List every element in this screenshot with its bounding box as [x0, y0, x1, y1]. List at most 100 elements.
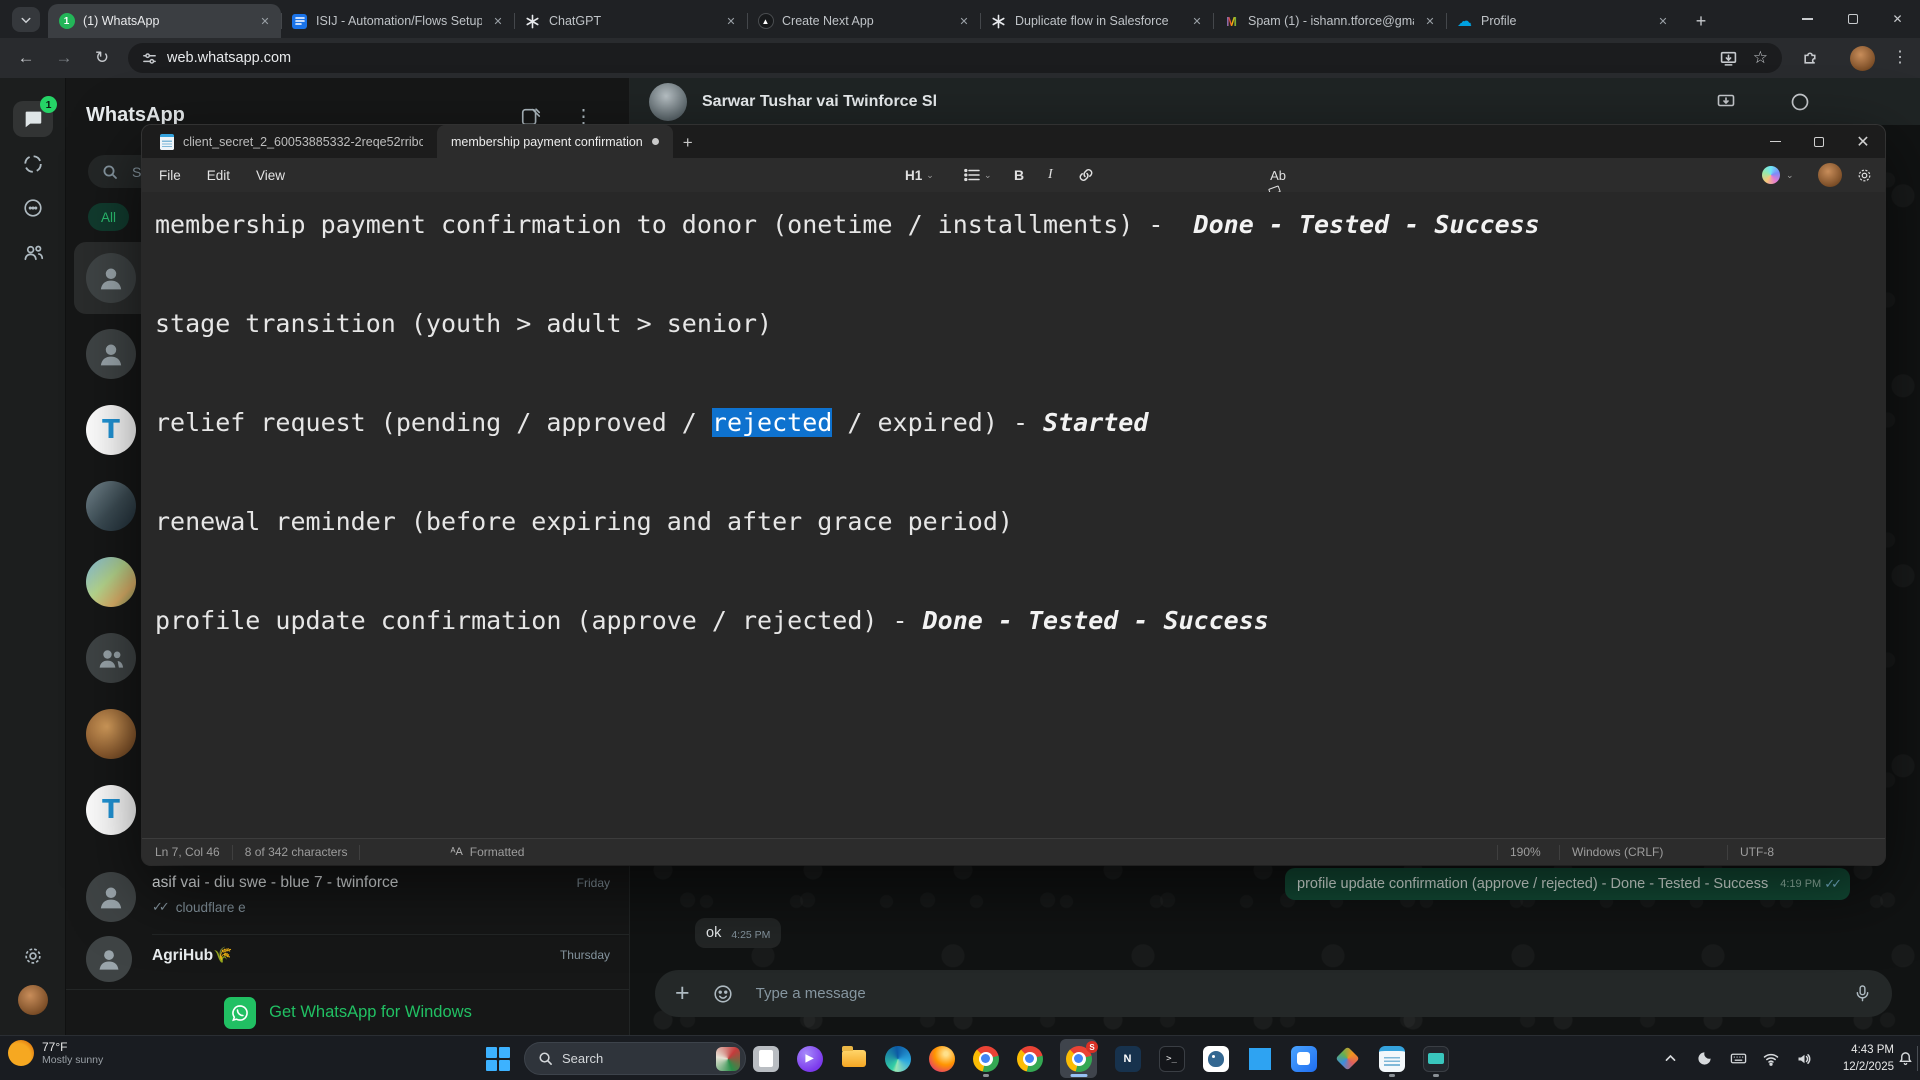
list-style-dropdown[interactable]: ⌄: [964, 158, 992, 192]
tab-search-button[interactable]: [12, 7, 40, 32]
chat-row-asif[interactable]: asif vai - diu swe - blue 7 - twinforce …: [66, 866, 630, 934]
profile-avatar[interactable]: [18, 985, 48, 1015]
browser-minimize-button[interactable]: [1785, 0, 1830, 38]
forward-button[interactable]: →: [52, 46, 76, 70]
address-bar[interactable]: web.whatsapp.com ☆: [128, 43, 1782, 73]
browser-close-button[interactable]: ✕: [1875, 0, 1920, 38]
notepad-new-tab-button[interactable]: +: [673, 128, 703, 158]
taskbar-app-pc-manager[interactable]: [1290, 1039, 1317, 1078]
browser-tab-5[interactable]: Duplicate flow in Salesforce✕: [980, 4, 1213, 38]
notifications-bell-icon[interactable]: [1898, 1036, 1913, 1080]
browser-tab-6[interactable]: MSpam (1) - ishann.tforce@gmai✕: [1213, 4, 1446, 38]
chat-avatar-person[interactable]: [86, 329, 136, 379]
menu-edit[interactable]: Edit: [194, 168, 243, 183]
message-composer[interactable]: + Type a message: [655, 970, 1892, 1017]
notepad-tab-1[interactable]: client_secret_2_60053885332-2reqe52rribc: [146, 125, 437, 158]
taskbar-app-navy-n-app[interactable]: N: [1114, 1039, 1141, 1078]
taskbar-app-screen-mirror-app[interactable]: [1422, 1039, 1449, 1078]
copilot-button[interactable]: ⌄: [1762, 158, 1794, 192]
tab-close-icon[interactable]: ✕: [723, 13, 739, 29]
account-button[interactable]: [1818, 158, 1842, 192]
line-ending[interactable]: Windows (CRLF): [1559, 845, 1727, 860]
taskbar-app-firefox-browser[interactable]: [928, 1039, 955, 1078]
menu-file[interactable]: File: [146, 168, 194, 183]
notepad-editor[interactable]: membership payment confirmation to donor…: [142, 192, 1885, 838]
taskbar-app-terminal[interactable]: >_: [1158, 1039, 1185, 1078]
outgoing-message-bubble[interactable]: profile update confirmation (approve / r…: [1285, 868, 1850, 900]
volume-icon[interactable]: [1796, 1036, 1812, 1080]
reload-button[interactable]: ↻: [90, 46, 114, 70]
chat-avatar-twinforce[interactable]: T: [86, 405, 136, 455]
insert-link-button[interactable]: [1078, 158, 1094, 192]
chat-row-agrihub[interactable]: AgriHub🌾 Thursday: [66, 936, 630, 988]
tab-close-icon[interactable]: ✕: [257, 13, 273, 29]
taskbar-clock[interactable]: 4:43 PM 12/2/2025: [1822, 1042, 1894, 1075]
tab-close-icon[interactable]: ✕: [1422, 13, 1438, 29]
taskbar-app-vscode[interactable]: [1246, 1039, 1273, 1078]
filter-chip-all[interactable]: All: [88, 203, 129, 231]
nav-communities-button[interactable]: [13, 234, 53, 270]
taskbar-search[interactable]: Search: [524, 1042, 746, 1075]
taskbar-app-gray-document-app[interactable]: [752, 1039, 779, 1078]
notepad-maximize-button[interactable]: [1797, 125, 1841, 158]
start-button[interactable]: [486, 1047, 510, 1071]
tray-overflow-chevron[interactable]: [1664, 1036, 1677, 1080]
incoming-message-bubble[interactable]: ok 4:25 PM: [695, 918, 781, 948]
tab-close-icon[interactable]: ✕: [490, 13, 506, 29]
browser-tab-1[interactable]: 1(1) WhatsApp✕: [48, 4, 281, 38]
notepad-tab-2[interactable]: membership payment confirmation: [437, 125, 673, 158]
emoji-icon[interactable]: [712, 983, 734, 1005]
chat-avatar-photo-man[interactable]: [86, 481, 136, 531]
download-app-icon[interactable]: [1716, 92, 1736, 112]
bookmark-star-icon[interactable]: ☆: [1753, 48, 1768, 68]
touch-keyboard-icon[interactable]: [1730, 1036, 1747, 1080]
taskbar-app-chrome-browser-2[interactable]: [1016, 1039, 1043, 1078]
energy-saver-icon[interactable]: [1697, 1036, 1712, 1080]
zoom-level[interactable]: 190%: [1497, 845, 1559, 860]
taskbar-app-postgresql[interactable]: [1202, 1039, 1229, 1078]
nav-channels-button[interactable]: [13, 190, 53, 226]
taskbar-app-chrome-browser[interactable]: [972, 1039, 999, 1078]
nav-settings-button[interactable]: [13, 938, 53, 974]
chat-header[interactable]: Sarwar Tushar vai Twinforce Sl: [630, 78, 1920, 125]
browser-maximize-button[interactable]: [1830, 0, 1875, 38]
mic-icon[interactable]: [1853, 984, 1872, 1003]
chat-avatar-twinforce[interactable]: T: [86, 785, 136, 835]
taskbar-app-chrome-salesforce[interactable]: S: [1060, 1039, 1097, 1078]
browser-tab-3[interactable]: ChatGPT✕: [514, 4, 747, 38]
chat-avatar-photo-suit[interactable]: [86, 709, 136, 759]
chat-avatar-photo-scenic[interactable]: [86, 557, 136, 607]
browser-tab-7[interactable]: ☁Profile✕: [1446, 4, 1679, 38]
chat-avatar-person[interactable]: [86, 253, 136, 303]
bold-button[interactable]: B: [1014, 158, 1024, 192]
menu-view[interactable]: View: [243, 168, 298, 183]
wifi-icon[interactable]: [1763, 1036, 1779, 1080]
taskbar-app-drawio[interactable]: [1334, 1039, 1361, 1078]
chat-avatar-group[interactable]: [86, 633, 136, 683]
nav-chats-button[interactable]: 1: [13, 101, 53, 137]
get-whatsapp-banner[interactable]: Get WhatsApp for Windows: [66, 990, 630, 1035]
settings-button[interactable]: [1856, 158, 1873, 192]
taskbar-app-file-explorer[interactable]: [840, 1039, 867, 1078]
tab-close-icon[interactable]: ✕: [956, 13, 972, 29]
taskbar-app-clipchamp[interactable]: ▶: [796, 1039, 823, 1078]
back-button[interactable]: ←: [14, 46, 38, 70]
nav-status-button[interactable]: [13, 146, 53, 182]
notepad-minimize-button[interactable]: [1753, 125, 1797, 158]
encoding[interactable]: UTF-8: [1727, 845, 1885, 860]
heading-style-dropdown[interactable]: H1⌄: [905, 158, 934, 192]
extensions-puzzle-icon[interactable]: [1802, 49, 1819, 66]
taskbar-app-notepad[interactable]: [1378, 1039, 1405, 1078]
taskbar-weather-widget[interactable]: 77°FMostly sunny: [8, 1040, 103, 1066]
browser-menu-kebab-icon[interactable]: ⋮: [1892, 47, 1908, 67]
status-ring-icon[interactable]: [1790, 92, 1810, 112]
italic-button[interactable]: I: [1048, 158, 1053, 192]
browser-tab-4[interactable]: ▲Create Next App✕: [747, 4, 980, 38]
install-app-icon[interactable]: [1720, 48, 1737, 68]
browser-profile-avatar[interactable]: [1850, 46, 1875, 71]
tab-close-icon[interactable]: ✕: [1655, 13, 1671, 29]
show-desktop-handle[interactable]: [1917, 1046, 1918, 1071]
site-settings-icon[interactable]: [142, 51, 157, 66]
tab-close-icon[interactable]: ✕: [1189, 13, 1205, 29]
notepad-close-button[interactable]: ✕: [1841, 125, 1885, 158]
